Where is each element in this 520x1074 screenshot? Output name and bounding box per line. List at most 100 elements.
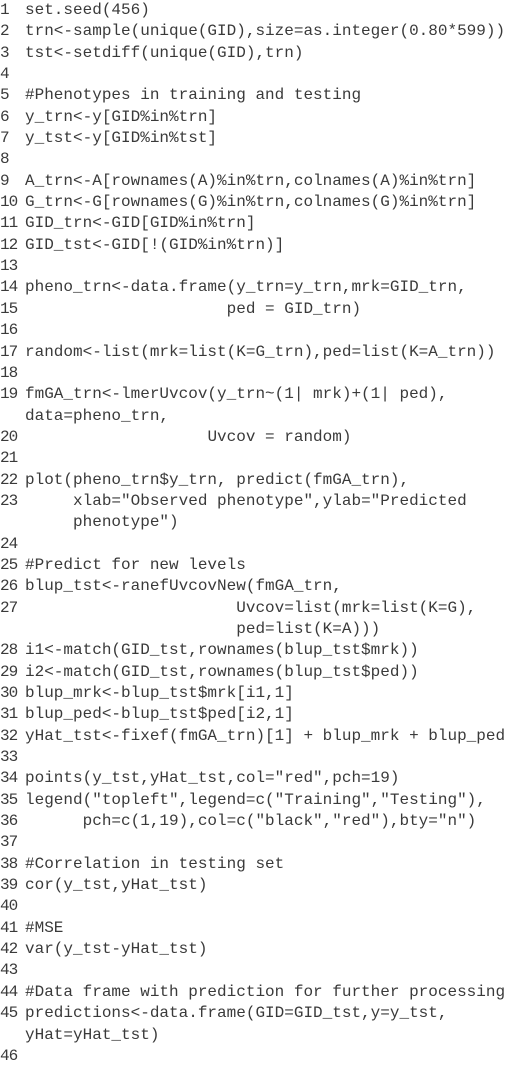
code-line: 23 xlab="Observed phenotype",ylab="Predi… [0,491,520,534]
code-line: 9 A_trn<-A[rownames(A)%in%trn,colnames(A)… [0,171,520,192]
line-number: 40 [0,897,18,916]
code-text: var(y_tst-yHat_tst) [25,940,208,959]
line-number: 30 [0,684,18,702]
code-line: 26 blup_tst<-ranefUvcovNew(fmGA_trn, [0,576,520,597]
code-text: legend("topleft",legend=c("Training","Te… [25,790,486,809]
code-text: predictions<-data.frame(GID=GID_tst,y=y_… [25,1004,448,1044]
line-number: 1 [0,1,10,19]
line-number: 42 [0,940,18,959]
code-line: 12 GID_tst<-GID[!(GID%in%trn)] [0,235,520,256]
line-number: 39 [0,876,18,895]
line-number: 16 [0,321,18,340]
code-line: 13 [0,256,520,277]
line-number: 25 [0,555,18,574]
line-number: 26 [0,577,18,596]
code-line: 30 blup_mrk<-blup_tst$mrk[i1,1] [0,683,520,704]
code-line: 21 [0,448,520,469]
code-text: y_trn<-y[GID%in%trn] [25,107,218,126]
line-number: 10 [0,193,18,212]
line-number: 14 [0,278,18,297]
code-text: #MSE [25,918,64,937]
line-number: 43 [0,961,18,980]
code-line: 29 i2<-match(GID_tst,rownames(blup_tst$pe… [0,662,520,683]
line-number: 21 [0,449,18,468]
code-text: plot(pheno_trn$y_trn, predict(fmGA_trn), [25,470,410,489]
code-line: 14 pheno_trn<-data.frame(y_trn=y_trn,mrk=… [0,277,520,298]
line-number: 7 [0,129,10,148]
code-line: 6 y_trn<-y[GID%in%trn] [0,107,520,128]
code-line: 19 fmGA_trn<-lmerUvcov(y_trn~(1| mrk)+(1|… [0,384,520,427]
line-number: 45 [0,1004,18,1023]
code-text: set.seed(456) [25,1,150,19]
line-number: 46 [0,1046,18,1065]
code-line: 35 legend("topleft",legend=c("Training","… [0,790,520,811]
code-line: 22 plot(pheno_trn$y_trn, predict(fmGA_trn… [0,470,520,491]
code-line: 3 tst<-setdiff(unique(GID),trn) [0,43,520,64]
code-line: 1 set.seed(456) [0,0,520,21]
code-line: 28 i1<-match(GID_tst,rownames(blup_tst$mr… [0,640,520,661]
code-text: A_trn<-A[rownames(A)%in%trn,colnames(A)%… [25,171,477,190]
line-number: 29 [0,662,18,681]
line-number: 38 [0,854,18,873]
code-line: 46 [0,1046,520,1067]
line-number: 41 [0,918,18,937]
line-number: 44 [0,982,18,1001]
code-text: Uvcov = random) [25,427,352,446]
code-text: i1<-match(GID_tst,rownames(blup_tst$mrk)… [25,641,419,660]
code-line: 18 [0,363,520,384]
code-line: 24 [0,534,520,555]
code-line: 10 G_trn<-G[rownames(G)%in%trn,colnames(G… [0,192,520,213]
code-line: 2 trn<-sample(unique(GID),size=as.integer… [0,21,520,42]
line-number: 17 [0,342,18,361]
code-text: points(y_tst,yHat_tst,col="red",pch=19) [25,769,400,788]
line-number: 5 [0,86,10,105]
code-line: 34 points(y_tst,yHat_tst,col="red",pch=19… [0,768,520,789]
line-number: 6 [0,107,10,126]
code-line: 5 #Phenotypes in training and testing [0,85,520,106]
code-text: i2<-match(GID_tst,rownames(blup_tst$ped)… [25,662,419,681]
code-text: cor(y_tst,yHat_tst) [25,876,208,895]
line-number: 36 [0,812,18,831]
line-number: 15 [0,299,18,318]
line-number: 31 [0,705,18,724]
line-number: 28 [0,641,18,660]
code-line: 25 #Predict for new levels [0,555,520,576]
code-text: #Predict for new levels [25,555,246,574]
code-line: 16 [0,320,520,341]
code-line: 4 [0,64,520,85]
line-number: 24 [0,534,18,553]
line-number: 18 [0,363,18,382]
code-line: 11 GID_trn<-GID[GID%in%trn] [0,213,520,234]
code-line: 43 [0,960,520,981]
code-text: pheno_trn<-data.frame(y_trn=y_trn,mrk=GI… [25,278,467,297]
line-number: 37 [0,833,18,852]
line-number: 23 [0,491,18,510]
code-text: tst<-setdiff(unique(GID),trn) [25,43,304,62]
code-line: 40 [0,896,520,917]
code-line: 32 yHat_tst<-fixef(fmGA_trn)[1] + blup_mr… [0,726,520,747]
line-number: 32 [0,726,18,745]
line-number: 9 [0,171,10,190]
code-text: blup_mrk<-blup_tst$mrk[i1,1] [25,684,294,702]
code-text: blup_ped<-blup_tst$ped[i2,1] [25,705,294,724]
line-number: 19 [0,385,18,404]
line-number: 12 [0,235,18,254]
code-text: random<-list(mrk=list(K=G_trn),ped=list(… [25,342,496,361]
code-text: trn<-sample(unique(GID),size=as.integer(… [25,22,506,41]
code-text: Uvcov=list(mrk=list(K=G), ped=list(K=A))… [236,598,477,638]
code-line: 31 blup_ped<-blup_tst$ped[i2,1] [0,704,520,725]
line-number: 34 [0,769,18,788]
line-number: 2 [0,22,10,41]
line-number: 22 [0,470,18,489]
